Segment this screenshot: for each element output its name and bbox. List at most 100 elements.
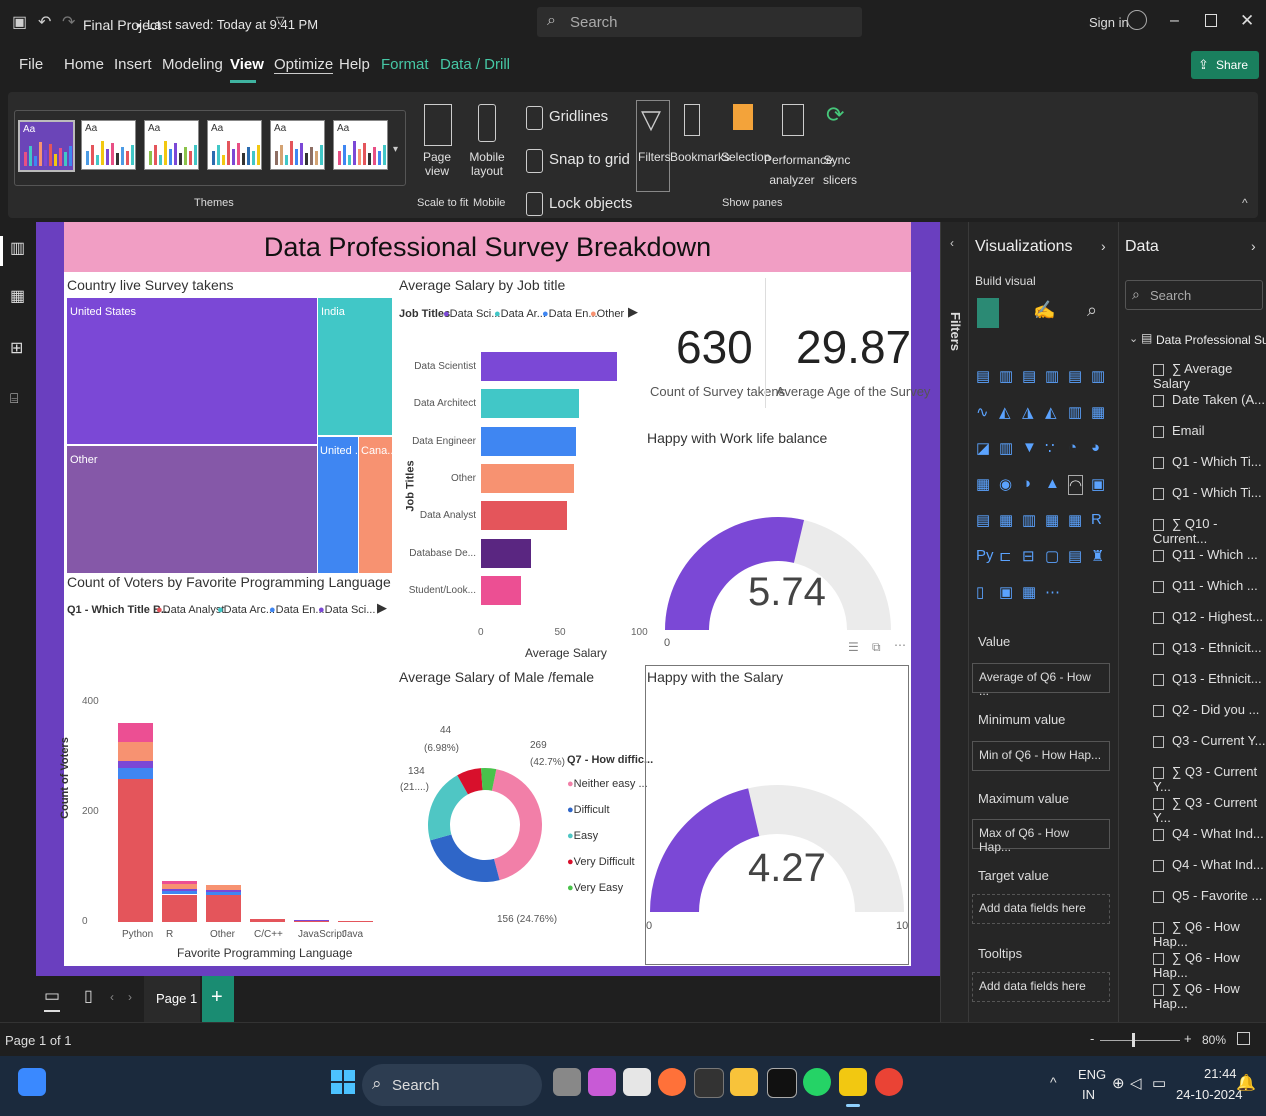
taskbar-search[interactable]: ⌕ Search: [362, 1064, 542, 1106]
table-name[interactable]: Data Professional Su...: [1156, 333, 1266, 347]
visual-type-icon[interactable]: ▥: [1068, 403, 1082, 421]
visual-type-icon[interactable]: ◭: [999, 403, 1011, 421]
table-view-icon[interactable]: ▦: [10, 286, 25, 306]
data-field-item[interactable]: Q2 - Did you ...: [1153, 702, 1259, 717]
donut-slice[interactable]: [428, 775, 468, 841]
copilot-icon[interactable]: [588, 1068, 616, 1096]
salary-bar[interactable]: [481, 538, 532, 568]
data-field-item[interactable]: Q3 - Current Y...: [1153, 733, 1265, 748]
add-page-button[interactable]: +: [202, 976, 234, 1022]
search-box[interactable]: ⌕ Search: [537, 7, 862, 37]
zoom-slider-thumb[interactable]: [1132, 1033, 1135, 1047]
visual-type-icon[interactable]: ◠: [1068, 475, 1084, 495]
data-field-item[interactable]: Email: [1153, 423, 1205, 438]
filter-icon[interactable]: ☰: [848, 640, 859, 654]
field-checkbox[interactable]: [1153, 735, 1164, 748]
selection-icon[interactable]: [733, 104, 753, 130]
maximize-icon[interactable]: [1205, 14, 1217, 27]
data-field-item[interactable]: ∑ Q6 - How Hap...: [1153, 950, 1266, 980]
data-field-item[interactable]: ∑ Q6 - How Hap...: [1153, 981, 1266, 1011]
visual-type-icon[interactable]: ◭: [1045, 403, 1057, 421]
menu-view[interactable]: View: [230, 56, 264, 73]
close-icon[interactable]: ✕: [1240, 11, 1254, 31]
treemap-cell-india[interactable]: India: [318, 298, 392, 435]
field-checkbox[interactable]: [1153, 611, 1164, 624]
clock-time[interactable]: 21:44: [1204, 1066, 1237, 1081]
visual-type-icon[interactable]: ▤: [1022, 367, 1036, 385]
selection-label[interactable]: Selection: [721, 150, 770, 164]
visual-type-icon[interactable]: ▥: [999, 439, 1013, 457]
field-checkbox[interactable]: [1153, 456, 1164, 469]
menu-help[interactable]: Help: [339, 56, 370, 73]
data-field-item[interactable]: Q11 - Which ...: [1153, 578, 1258, 593]
visual-type-icon[interactable]: ▥: [1091, 367, 1105, 385]
notification-bell-icon[interactable]: 🔔: [1236, 1073, 1256, 1093]
field-checkbox[interactable]: [1153, 797, 1164, 810]
visual-type-icon[interactable]: ◑: [1022, 475, 1031, 492]
data-field-item[interactable]: ∑ Q6 - How Hap...: [1153, 919, 1266, 949]
data-field-item[interactable]: Q13 - Ethnicit...: [1153, 671, 1262, 686]
field-checkbox[interactable]: [1153, 673, 1164, 686]
visual-type-icon[interactable]: ▦: [999, 511, 1013, 529]
windows-start-icon[interactable]: [329, 1068, 357, 1096]
prog-bar-segment[interactable]: [206, 884, 241, 890]
performance-analyzer-label[interactable]: Performance analyzer: [764, 150, 833, 190]
field-checkbox[interactable]: [1153, 549, 1164, 562]
legend-next-icon[interactable]: ▶: [628, 304, 638, 320]
volume-muted-icon[interactable]: ◁: [1130, 1074, 1142, 1092]
visual-type-icon[interactable]: ▥: [1045, 367, 1059, 385]
field-checkbox[interactable]: [1153, 704, 1164, 717]
network-icon[interactable]: ⊕: [1112, 1074, 1125, 1092]
save-icon[interactable]: ▣: [12, 12, 27, 32]
firefox-icon[interactable]: [658, 1068, 686, 1096]
mobile-layout-label[interactable]: Mobile layout: [466, 150, 508, 178]
legend-next-icon[interactable]: ▶: [377, 600, 387, 616]
avatar[interactable]: [1127, 10, 1147, 30]
gridlines-checkbox[interactable]: [526, 106, 543, 130]
prog-bar-segment[interactable]: [118, 761, 153, 768]
field-checkbox[interactable]: [1153, 921, 1164, 934]
prog-bar-segment[interactable]: [206, 891, 241, 895]
visual-type-icon[interactable]: ⊟: [1022, 547, 1035, 565]
lock-objects-checkbox[interactable]: [526, 192, 543, 216]
visual-type-icon[interactable]: ♜: [1091, 547, 1104, 565]
chevron-down-icon[interactable]: ▽: [276, 14, 284, 27]
menu-modeling[interactable]: Modeling: [162, 56, 223, 73]
prog-bar-segment[interactable]: [162, 894, 197, 922]
data-field-item[interactable]: Q5 - Favorite ...: [1153, 888, 1262, 903]
menu-home[interactable]: Home: [64, 56, 104, 73]
themes-more-icon[interactable]: ▾: [393, 144, 398, 155]
visual-type-icon[interactable]: ▦: [1091, 403, 1105, 421]
min-field-well[interactable]: Min of Q6 - How Hap...: [972, 741, 1110, 771]
data-field-item[interactable]: Q11 - Which ...: [1153, 547, 1258, 562]
format-visual-tab-icon[interactable]: ✍: [1033, 300, 1055, 321]
task-view-icon[interactable]: [553, 1068, 581, 1096]
salary-bar[interactable]: [481, 389, 579, 419]
tooltips-field-well[interactable]: Add data fields here: [972, 972, 1110, 1002]
build-visual-tab-icon[interactable]: [977, 298, 999, 328]
field-checkbox[interactable]: [1153, 642, 1164, 655]
prog-bar-segment[interactable]: [294, 919, 329, 921]
visual-type-icon[interactable]: ▦: [1045, 511, 1059, 529]
field-checkbox[interactable]: [1153, 890, 1164, 903]
visual-type-icon[interactable]: R: [1091, 511, 1102, 528]
target-field-well[interactable]: Add data fields here: [972, 894, 1110, 924]
data-field-item[interactable]: Q4 - What Ind...: [1153, 857, 1264, 872]
field-checkbox[interactable]: [1153, 580, 1164, 593]
bookmark-icon[interactable]: [684, 104, 700, 136]
file-explorer-icon[interactable]: [730, 1068, 758, 1096]
report-view-icon[interactable]: ▥: [10, 238, 25, 258]
zoom-out-icon[interactable]: -: [1090, 1031, 1094, 1046]
visual-type-icon[interactable]: ▦: [1068, 511, 1082, 529]
redo-icon[interactable]: ↷: [62, 12, 75, 32]
max-field-well[interactable]: Max of Q6 - How Hap...: [972, 819, 1110, 854]
data-field-item[interactable]: Q13 - Ethnicit...: [1153, 640, 1262, 655]
visual-type-icon[interactable]: ▤: [1068, 367, 1082, 385]
visual-type-icon[interactable]: ▲: [1045, 475, 1060, 492]
collapse-ribbon-icon[interactable]: ^: [1242, 196, 1248, 210]
visual-type-icon[interactable]: ▤: [1068, 547, 1082, 565]
data-field-item[interactable]: ∑ Q10 - Current...: [1153, 516, 1266, 546]
prog-bar-segment[interactable]: [294, 920, 329, 922]
data-field-item[interactable]: Q1 - Which Ti...: [1153, 485, 1262, 500]
prog-bar-segment[interactable]: [338, 921, 373, 922]
